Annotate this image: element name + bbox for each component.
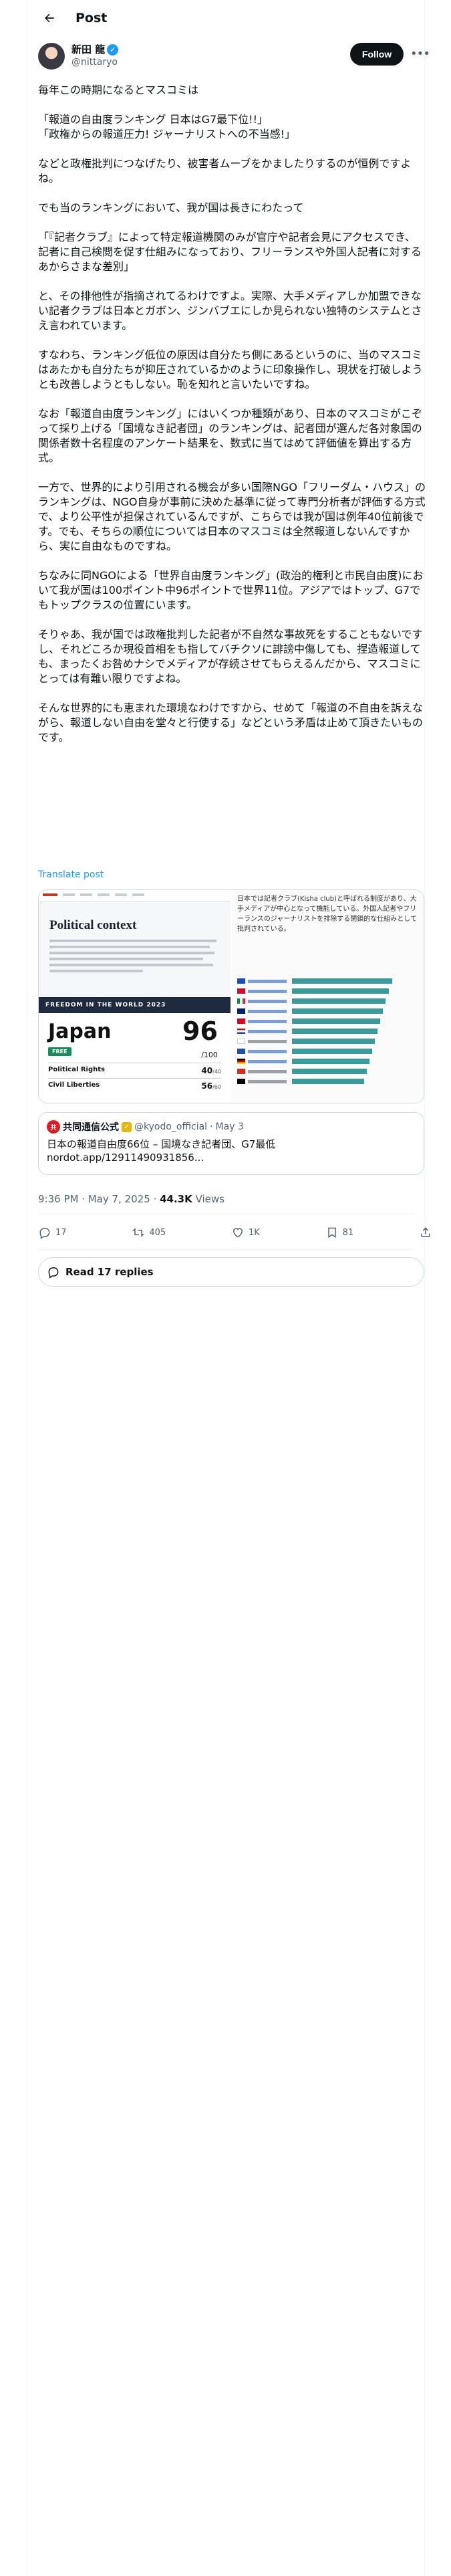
post-paragraph: なお「報道自由度ランキング」にはいくつか種類があり、日本のマスコミがこぞって採り… [38, 407, 422, 464]
post-text: 毎年この時期になるとマスコミは「報道の自由度ランキング 日本はG7最下位!!」 … [38, 83, 426, 745]
view-count: 44.3K [160, 1193, 192, 1205]
section-body-lines [49, 940, 220, 972]
divider [38, 1249, 414, 1250]
ranking-row [237, 987, 416, 995]
row-value: 56 [201, 1081, 213, 1091]
ranking-row [237, 1037, 416, 1045]
bookmark-button[interactable]: 81 [325, 1226, 354, 1239]
post-page: Post 新田 龍 ✓ @nittaryo Follow ••• 毎年この時期に… [0, 0, 451, 2576]
post-paragraph: そんな世界的にも恵まれた環境なわけですから、せめて「報道の不自由を訴えながら、報… [38, 702, 424, 744]
row-total: /60 [212, 1084, 221, 1090]
row-label: Civil Liberties [48, 1081, 100, 1089]
quoted-handle: @kyodo_official [134, 1121, 208, 1132]
dot-separator: · [210, 1121, 213, 1132]
reply-count: 17 [55, 1227, 67, 1238]
media-image-freedom-house[interactable]: Political context FREEDOM IN THE WORLD 2… [39, 890, 232, 1103]
ranking-row [237, 1007, 416, 1015]
score-total: /100 [201, 1051, 218, 1059]
author-row: 新田 龍 ✓ @nittaryo Follow ••• [38, 41, 430, 71]
read-replies-button[interactable]: Read 17 replies [38, 1257, 424, 1287]
like-count: 1K [249, 1227, 260, 1238]
reply-button[interactable]: 17 [38, 1226, 67, 1239]
ranking-table [237, 977, 416, 1087]
ranking-row [237, 977, 416, 985]
ranking-row [237, 997, 416, 1005]
media-image-ranking[interactable]: 日本では記者クラブ(Kisha club)と呼ばれる制度があり、大手メディアが中… [232, 890, 424, 1103]
post-media[interactable]: Political context FREEDOM IN THE WORLD 2… [38, 889, 424, 1103]
ranking-row [237, 1057, 416, 1065]
section-title: Political context [49, 918, 137, 932]
ranking-row [237, 1027, 416, 1035]
share-button[interactable] [419, 1226, 432, 1239]
quoted-avatar: 共 [47, 1120, 60, 1134]
post-paragraph: 毎年この時期になるとマスコミは [38, 84, 199, 96]
post-paragraph: 一方で、世界的により引用される機会が多い国際NGO「フリーダム・ハウス」のランキ… [38, 481, 426, 552]
quoted-date: May 3 [215, 1121, 244, 1132]
post-paragraph: と、その排他性が指摘されてるわけですよ。実際、大手メディアしか加盟できない記者ク… [38, 290, 422, 332]
back-button[interactable] [38, 7, 61, 29]
repost-button[interactable]: 405 [132, 1226, 166, 1239]
repost-icon [132, 1228, 145, 1237]
freedom-score-card: FREEDOM IN THE WORLD 2023 Japan FREE 96 … [39, 997, 231, 1103]
post-paragraph: すなわち、ランキング低位の原因は自分たち側にあるというのに、当のマスコミはあたか… [38, 348, 423, 391]
fw-banner: FREEDOM IN THE WORLD 2023 [39, 997, 231, 1013]
action-bar: 17 405 1K 81 [38, 1220, 432, 1245]
ranking-row [237, 1017, 416, 1025]
status-badge: FREE [48, 1047, 71, 1056]
replies-bubble-icon [48, 1267, 59, 1279]
verified-badge-icon: ✓ [107, 44, 119, 56]
ranking-row [237, 1077, 416, 1085]
reply-icon [39, 1228, 50, 1239]
read-replies-label: Read 17 replies [65, 1266, 154, 1278]
site-nav-strip [39, 890, 231, 902]
author-handle[interactable]: @nittaryo [71, 56, 118, 69]
ranking-row [237, 1067, 416, 1075]
article-snippet: 日本では記者クラブ(Kisha club)と呼ばれる制度があり、大手メディアが中… [237, 895, 417, 933]
post-timestamp[interactable]: 9:36 PM · May 7, 2025 [38, 1193, 150, 1205]
post-paragraph: などと政権批判につなげたり、被害者ムーブをかましたりするのが恒例ですよね。 [38, 157, 412, 185]
bookmark-count: 81 [342, 1227, 354, 1238]
back-arrow-icon [45, 13, 54, 22]
quoted-post[interactable]: 共 共同通信公式 ✓ @kyodo_official · May 3 日本の報道… [38, 1112, 424, 1175]
post-paragraph: 「報道の自由度ランキング 日本はG7最下位!!」 「政権からの報道圧力! ジャー… [38, 113, 296, 140]
quoted-post-header: 共 共同通信公式 ✓ @kyodo_official · May 3 [47, 1120, 416, 1134]
avatar[interactable] [38, 43, 65, 70]
like-button[interactable]: 1K [231, 1226, 260, 1239]
post-paragraph: ちなみに同NGOによる「世界自由度ランキング」(政治的権利と市民自由度)において… [38, 569, 424, 611]
row-total: /40 [212, 1069, 221, 1075]
quoted-name: 共同通信公式 [63, 1122, 119, 1133]
page-title: Post [76, 10, 108, 25]
score-row: Civil Liberties 56/60 [48, 1078, 221, 1091]
row-label: Political Rights [48, 1066, 105, 1073]
author-names: 新田 龍 ✓ @nittaryo [71, 43, 119, 69]
header: Post [27, 0, 424, 35]
display-name: 新田 龍 [71, 43, 106, 56]
repost-count: 405 [149, 1227, 166, 1238]
quoted-text: 日本の報道自由度66位 – 国境なき記者団、G7最低 nordot.app/12… [47, 1138, 276, 1164]
total-score: 96 /100 [182, 1018, 218, 1068]
display-name-row[interactable]: 新田 龍 ✓ [71, 43, 119, 56]
post-paragraph: 「『記者クラブ』によって特定報道機関のみが官庁や記者会見にアクセスでき、記者に自… [38, 231, 422, 273]
translate-post-link[interactable]: Translate post [38, 869, 104, 880]
bookmark-icon [327, 1227, 336, 1239]
follow-button[interactable]: Follow [350, 43, 404, 66]
share-icon [421, 1227, 430, 1237]
post-paragraph: でも当のランキングにおいて、我が国は長きにわたって [38, 201, 304, 214]
views-label: Views [195, 1193, 224, 1205]
heart-icon [233, 1228, 243, 1238]
dot-separator: · [153, 1193, 160, 1205]
verified-org-badge-icon: ✓ [122, 1121, 132, 1132]
post-paragraph: そりゃあ、我が国では政権批判した記者が不自然な事故死をすることもないですし、それ… [38, 628, 423, 685]
more-options-icon[interactable]: ••• [410, 47, 430, 61]
score-value: 96 [182, 1016, 218, 1046]
ranking-row [237, 1047, 416, 1055]
post-meta: 9:36 PM · May 7, 2025 · 44.3K Views [38, 1193, 224, 1205]
